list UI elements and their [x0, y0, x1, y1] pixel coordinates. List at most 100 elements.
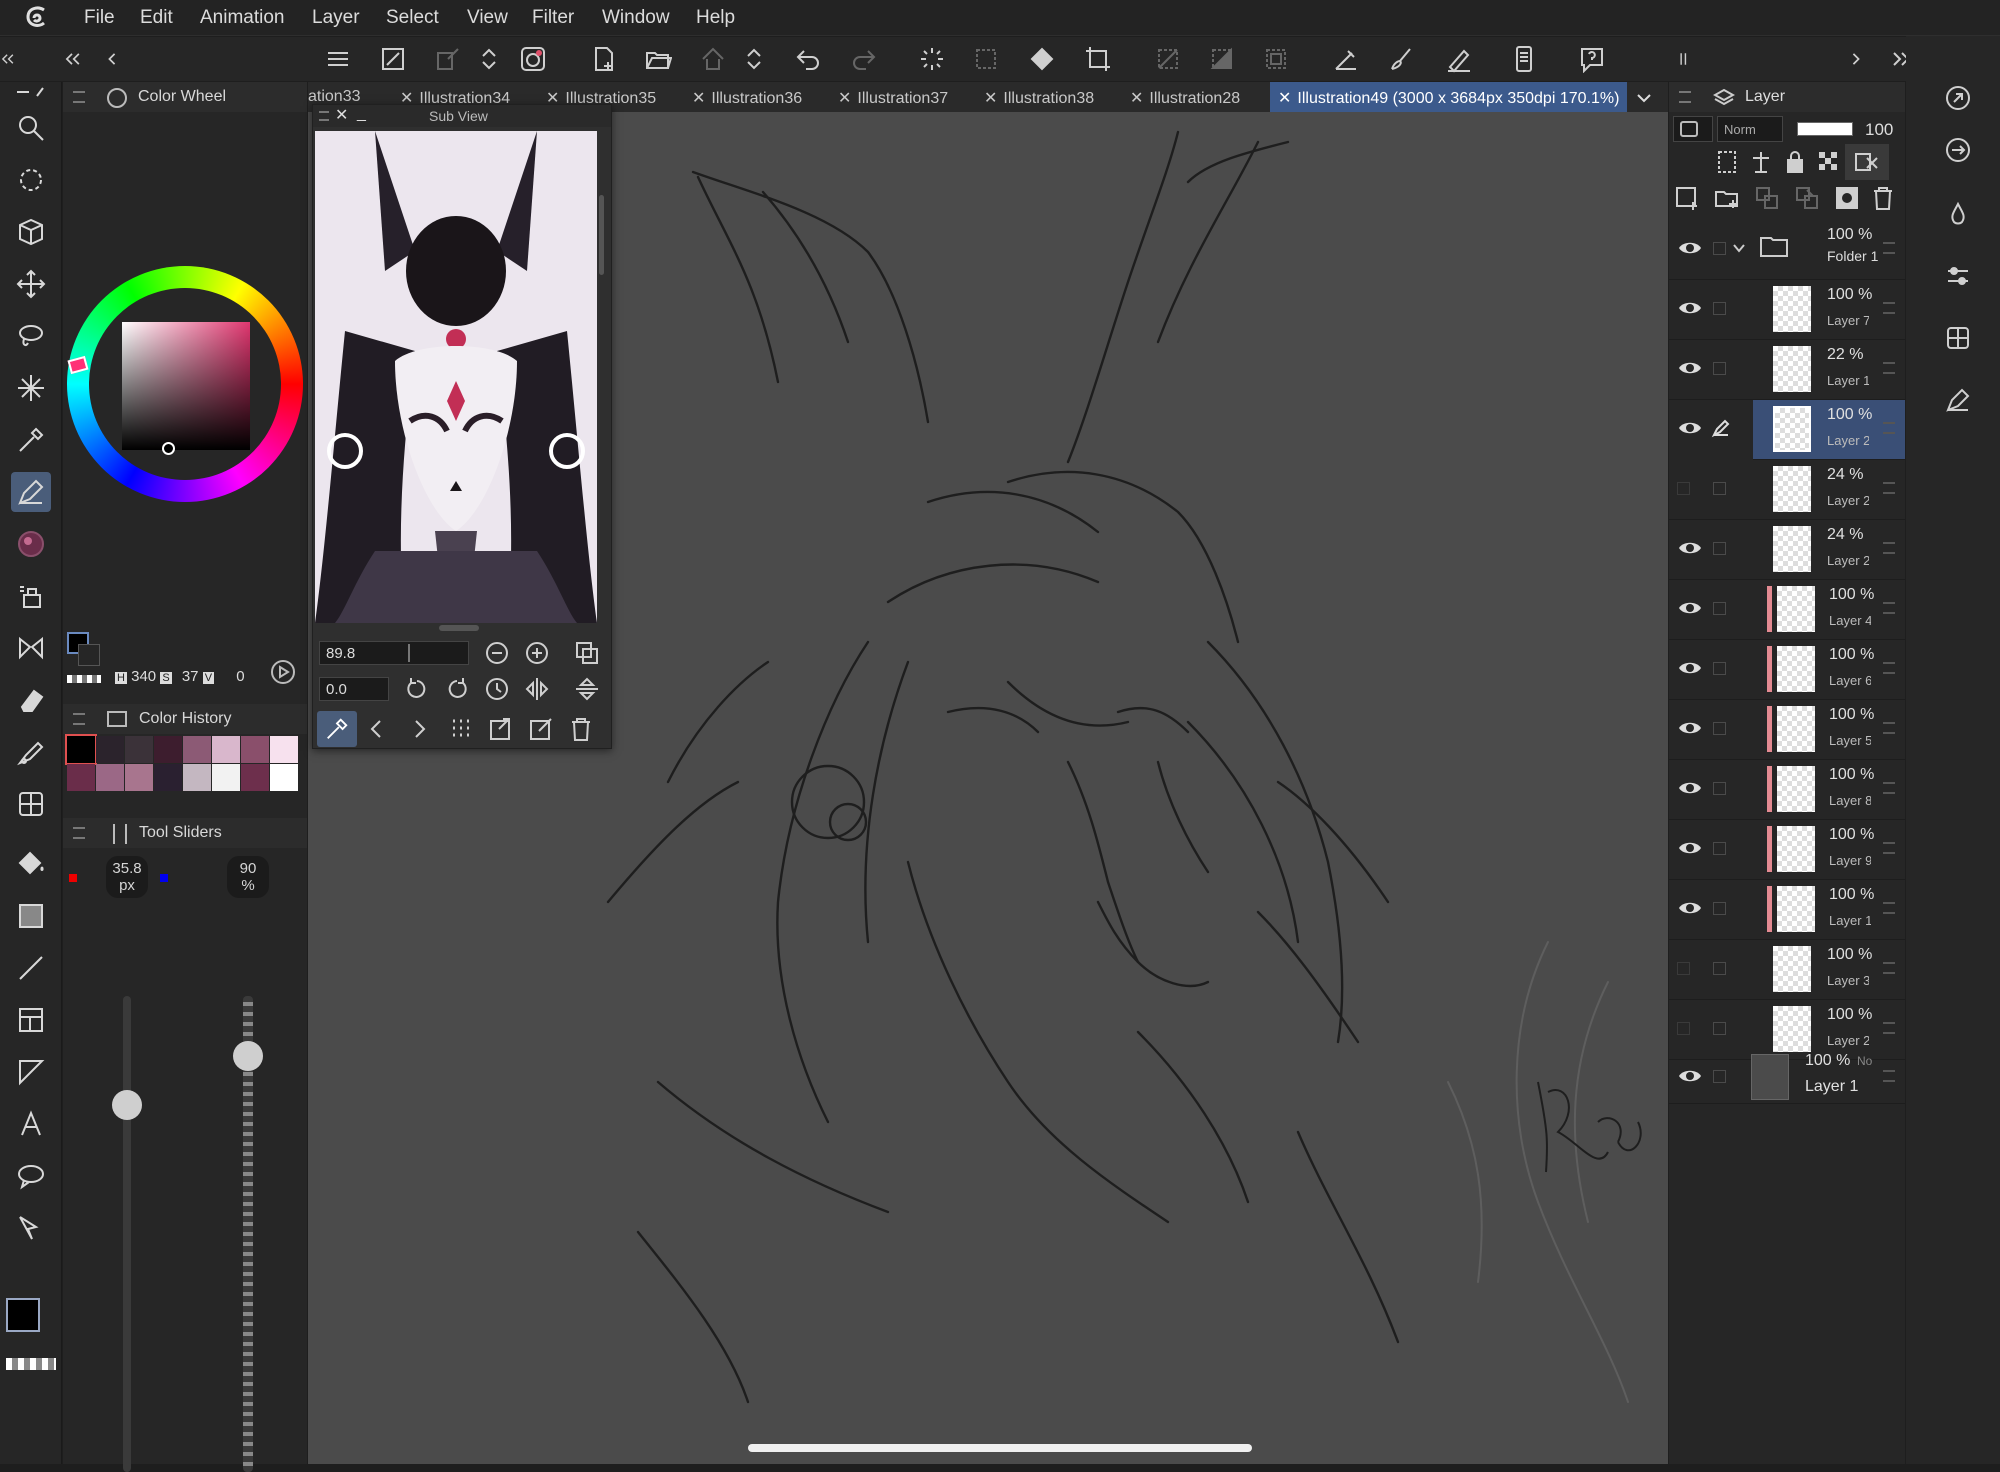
visibility-eye-icon[interactable] — [1677, 358, 1703, 378]
delete-image-icon[interactable] — [563, 711, 599, 747]
size-slider-track[interactable] — [112, 996, 142, 1472]
transparent-color-swatch[interactable] — [6, 1358, 56, 1370]
drag-handle-icon[interactable] — [1883, 1070, 1895, 1082]
transfer-down-icon[interactable] — [1749, 180, 1785, 216]
decoration-brush-icon[interactable] — [11, 628, 51, 668]
visibility-eye-icon[interactable] — [1677, 1066, 1703, 1086]
drag-handle-icon[interactable] — [1883, 662, 1895, 674]
panel-grip-icon[interactable] — [1674, 41, 1694, 77]
navigator-icon[interactable] — [1940, 80, 1976, 116]
reset-rotation-icon[interactable] — [479, 671, 515, 707]
color-history-swatch[interactable] — [212, 736, 240, 763]
layer-checkbox[interactable] — [1713, 962, 1726, 975]
layer-row[interactable]: 22 % Layer 11 — [1669, 340, 1905, 400]
color-history-swatch[interactable] — [183, 764, 211, 791]
layer-property-icon[interactable] — [1940, 132, 1976, 168]
color-history-swatch[interactable] — [212, 764, 240, 791]
opacity-slider-track[interactable] — [233, 996, 263, 1472]
sub-view-scrollbar[interactable] — [599, 195, 604, 275]
color-history-swatch[interactable] — [270, 764, 298, 791]
eraser-tool-icon[interactable] — [11, 680, 51, 720]
color-history-swatch[interactable] — [154, 764, 182, 791]
tool-property-icon[interactable] — [1940, 258, 1976, 294]
visibility-eye-icon[interactable] — [1677, 598, 1703, 618]
gradient-tool-icon[interactable] — [11, 896, 51, 936]
clip-layer-icon[interactable] — [1709, 144, 1745, 180]
canvas-resize-icon[interactable] — [375, 41, 411, 77]
layer-checkbox[interactable] — [1713, 302, 1726, 315]
tab-illustration38[interactable]: ✕ Illustration38 — [984, 82, 1094, 112]
panel-grip-icon[interactable] — [319, 111, 329, 121]
layer-checkbox[interactable] — [1713, 362, 1726, 375]
menu-file[interactable]: File — [84, 7, 115, 29]
color-history-swatch[interactable] — [96, 764, 124, 791]
tab-illustration36[interactable]: ✕ Illustration36 — [692, 82, 802, 112]
edit-image-icon[interactable] — [523, 711, 559, 747]
mini-sub-color[interactable] — [78, 644, 100, 666]
zoom-tool-icon[interactable] — [11, 108, 51, 148]
layer-row[interactable]: 100 % Layer 4 — [1669, 580, 1905, 640]
drag-handle-icon[interactable] — [1883, 242, 1895, 254]
transform-icon[interactable] — [430, 41, 466, 77]
close-icon[interactable]: ✕ — [838, 90, 851, 107]
visibility-eye-icon[interactable] — [1677, 538, 1703, 558]
color-history-swatch[interactable] — [241, 736, 269, 763]
layer-checkbox[interactable] — [1713, 902, 1726, 915]
companion-icon[interactable] — [515, 41, 551, 77]
import-image-icon[interactable] — [483, 711, 519, 747]
collapse-left-icon[interactable] — [0, 41, 20, 77]
menu-animation[interactable]: Animation — [200, 7, 285, 29]
device-icon[interactable] — [1506, 41, 1542, 77]
mini-transparent-color[interactable] — [67, 675, 101, 683]
color-history-swatch[interactable] — [125, 736, 153, 763]
layer-row[interactable]: 100 % Layer 5 — [1669, 700, 1905, 760]
new-raster-layer-icon[interactable] — [1669, 180, 1705, 216]
close-icon[interactable]: ✕ — [335, 105, 348, 125]
chevron-right-icon[interactable] — [1844, 41, 1868, 77]
layer-row[interactable]: 100 % Layer 3 — [1669, 940, 1905, 1000]
visibility-eye-icon[interactable] — [1677, 658, 1703, 678]
expand-selection-icon[interactable] — [1258, 41, 1294, 77]
tab-illustration28[interactable]: ✕ Illustration28 — [1130, 82, 1240, 112]
color-history-swatch[interactable] — [125, 764, 153, 791]
mask-toggle-icon[interactable] — [1845, 144, 1889, 180]
tab-illustration37[interactable]: ✕ Illustration37 — [838, 82, 948, 112]
stepper-icon[interactable] — [475, 41, 503, 77]
visibility-eye-icon[interactable] — [1677, 838, 1703, 858]
crop-icon[interactable] — [1080, 41, 1116, 77]
undo-icon[interactable] — [790, 41, 826, 77]
layer-type-select[interactable] — [1673, 116, 1713, 142]
drag-handle-icon[interactable] — [1883, 422, 1895, 434]
flip-vertical-icon[interactable] — [569, 671, 605, 707]
color-history-swatch[interactable] — [65, 734, 97, 765]
drag-handle-icon[interactable] — [1883, 602, 1895, 614]
ruler-tool-icon[interactable] — [11, 1052, 51, 1092]
close-icon[interactable]: ✕ — [1130, 90, 1143, 107]
visibility-eye-icon[interactable] — [1677, 298, 1703, 318]
color-square-handle[interactable] — [162, 442, 175, 455]
tabs-dropdown[interactable] — [1634, 82, 1664, 112]
close-icon[interactable]: ✕ — [1278, 90, 1291, 107]
new-file-icon[interactable] — [586, 41, 622, 77]
visibility-toggle[interactable] — [1677, 1022, 1690, 1035]
zoom-field[interactable]: 89.8 — [319, 641, 469, 665]
frame-tool-icon[interactable] — [11, 1000, 51, 1040]
layer-row-folder[interactable]: 100 % Folder 1 — [1669, 220, 1905, 280]
tone-icon[interactable] — [1940, 196, 1976, 232]
ruler-pen-icon[interactable] — [1328, 41, 1364, 77]
layer-row[interactable]: 100 % Layer 8 — [1669, 760, 1905, 820]
lasso-tool-icon[interactable] — [11, 316, 51, 356]
layer-checkbox[interactable] — [1713, 722, 1726, 735]
reference-image[interactable] — [315, 131, 597, 623]
drag-handle-icon[interactable] — [1883, 722, 1895, 734]
menu-select[interactable]: Select — [386, 7, 439, 29]
menu-layer[interactable]: Layer — [312, 7, 360, 29]
fit-view-icon[interactable] — [569, 635, 605, 671]
drag-handle-icon[interactable] — [1883, 482, 1895, 494]
lock-icon[interactable] — [1777, 144, 1813, 180]
color-history-swatch[interactable] — [241, 764, 269, 791]
layer-checkbox[interactable] — [1713, 782, 1726, 795]
drag-handle-icon[interactable] — [1883, 362, 1895, 374]
eyedropper-tool-icon[interactable] — [11, 420, 51, 460]
color-history-swatch[interactable] — [154, 736, 182, 763]
